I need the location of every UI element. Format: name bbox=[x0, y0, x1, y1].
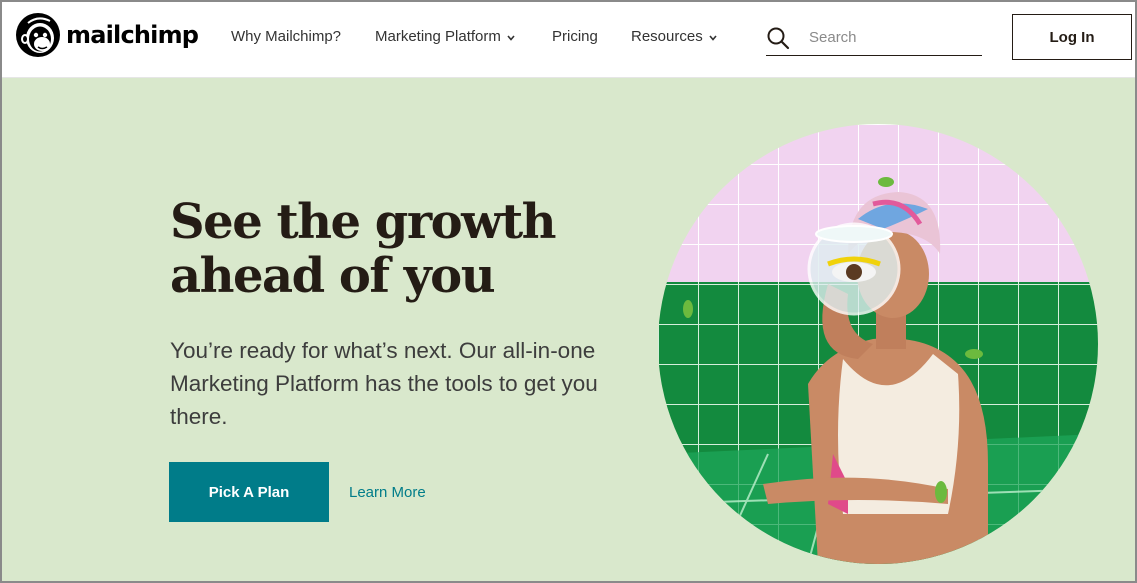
browser-frame: mailchimp Why Mailchimp? Marketing Platf… bbox=[0, 0, 1137, 583]
hero-headline-line-1: See the growth bbox=[170, 194, 557, 250]
search-bar[interactable] bbox=[766, 20, 982, 56]
hero-section: See the growth ahead of you You’re ready… bbox=[2, 78, 1135, 581]
chevron-down-icon bbox=[507, 33, 515, 43]
hero-headline: See the growth ahead of you bbox=[170, 195, 610, 303]
nav-resources[interactable]: Resources bbox=[631, 28, 717, 45]
nav-why-mailchimp-label: Why Mailchimp? bbox=[231, 28, 342, 45]
pick-a-plan-button[interactable]: Pick A Plan bbox=[169, 462, 329, 522]
nav-pricing[interactable]: Pricing bbox=[552, 28, 598, 45]
nav-marketing-platform[interactable]: Marketing Platform bbox=[375, 28, 515, 45]
learn-more-link[interactable]: Learn More bbox=[349, 484, 426, 501]
brand-wordmark: mailchimp bbox=[66, 21, 199, 49]
freddie-monkey-icon bbox=[16, 13, 60, 57]
nav-resources-label: Resources bbox=[631, 28, 703, 45]
nav-pricing-label: Pricing bbox=[552, 28, 598, 45]
search-icon[interactable] bbox=[766, 26, 790, 50]
brand-logo[interactable]: mailchimp bbox=[14, 11, 199, 59]
hero-image bbox=[658, 124, 1098, 564]
hero-subtext: You’re ready for what’s next. Our all-in… bbox=[170, 338, 598, 429]
chevron-down-icon bbox=[709, 33, 717, 43]
nav-why-mailchimp[interactable]: Why Mailchimp? bbox=[231, 28, 341, 45]
search-input[interactable] bbox=[809, 29, 969, 46]
login-button[interactable]: Log In bbox=[1012, 14, 1132, 60]
nav-marketing-platform-label: Marketing Platform bbox=[375, 28, 501, 45]
site-header: mailchimp Why Mailchimp? Marketing Platf… bbox=[2, 2, 1135, 78]
hero-headline-line-2: ahead of you bbox=[170, 248, 496, 304]
woman-with-fishbowl-photo bbox=[658, 124, 1098, 564]
